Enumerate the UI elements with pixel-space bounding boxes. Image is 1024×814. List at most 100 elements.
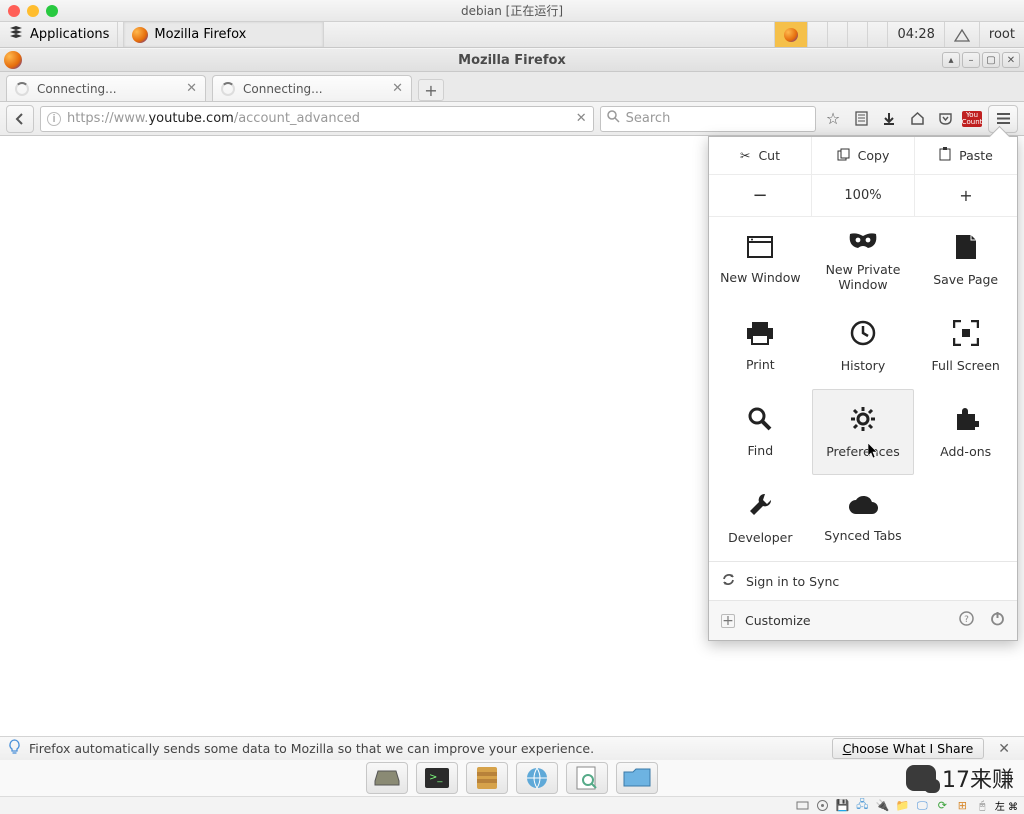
menu-cut[interactable]: ✂ Cut — [709, 137, 812, 174]
menu-preferences[interactable]: Preferences — [812, 389, 915, 475]
menu-customize-row: + Customize ? — [709, 600, 1017, 640]
panel-user[interactable]: root — [979, 22, 1024, 47]
bottom-dock: >_ 17来赚 — [0, 760, 1024, 796]
tray-firefox-icon[interactable] — [774, 22, 807, 47]
info-lightbulb-icon — [8, 739, 21, 758]
downloads-icon[interactable] — [878, 108, 900, 130]
zoom-in-button[interactable]: + — [915, 175, 1017, 216]
dock-search-doc-icon[interactable] — [566, 762, 608, 794]
new-tab-button[interactable]: + — [418, 79, 444, 101]
edit-row: ✂ Cut Copy Paste — [709, 137, 1017, 175]
site-info-icon[interactable]: i — [47, 112, 61, 126]
window-icon — [747, 236, 773, 264]
menu-history[interactable]: History — [812, 303, 915, 389]
url-bar[interactable]: i https://www.youtube.com/account_advanc… — [40, 106, 594, 132]
vm-disk-icon[interactable] — [795, 799, 810, 813]
vm-audio-icon[interactable]: 🖧 — [855, 799, 870, 813]
cloud-icon — [848, 494, 878, 522]
menu-copy[interactable]: Copy — [812, 137, 915, 174]
dock-files-icon[interactable] — [466, 762, 508, 794]
vm-recording-icon[interactable]: ⟳ — [935, 799, 950, 813]
search-placeholder: Search — [626, 111, 671, 126]
panel-clock[interactable]: 04:28 — [887, 22, 943, 47]
hamburger-menu-button[interactable] — [988, 105, 1018, 133]
back-button[interactable] — [6, 105, 34, 133]
zoom-out-button[interactable]: − — [709, 175, 812, 216]
tray-workspace-4[interactable] — [867, 22, 887, 47]
youcount-addon-icon[interactable]: YouCount — [962, 111, 982, 127]
panel-tray: 04:28 root — [774, 22, 1024, 47]
applications-label: Applications — [30, 27, 109, 42]
menu-find[interactable]: Find — [709, 389, 812, 475]
tray-network-icon[interactable] — [944, 22, 979, 47]
tab-0[interactable]: Connecting... ✕ — [6, 75, 206, 101]
plus-icon: + — [721, 614, 735, 628]
gear-icon — [850, 406, 876, 438]
puzzle-icon — [953, 406, 979, 438]
firefox-icon — [132, 27, 148, 43]
home-icon[interactable] — [906, 108, 928, 130]
menu-save-page[interactable]: Save Page — [914, 217, 1017, 303]
menu-synced-tabs[interactable]: Synced Tabs — [812, 475, 915, 561]
pocket-icon[interactable] — [934, 108, 956, 130]
wrench-icon — [747, 492, 773, 524]
tab-1[interactable]: Connecting... ✕ — [212, 75, 412, 101]
loading-spinner-icon — [15, 82, 29, 96]
menu-grid: New Window New Private Window Save Page … — [709, 217, 1017, 561]
vm-drive-icon[interactable]: 💾 — [835, 799, 850, 813]
menu-developer[interactable]: Developer — [709, 475, 812, 561]
taskbar-firefox[interactable]: Mozilla Firefox — [124, 22, 324, 47]
save-icon — [955, 234, 977, 266]
menu-customize[interactable]: Customize — [745, 613, 811, 628]
help-icon[interactable]: ? — [959, 611, 974, 630]
vm-optical-icon[interactable] — [815, 799, 830, 813]
menu-addons[interactable]: Add-ons — [914, 389, 1017, 475]
choose-what-i-share-button[interactable]: Choose What I Share — [832, 738, 985, 759]
tray-workspace-2[interactable] — [827, 22, 847, 47]
nav-toolbar: i https://www.youtube.com/account_advanc… — [0, 102, 1024, 136]
menu-new-private-window[interactable]: New Private Window — [812, 217, 915, 303]
tray-workspace-1[interactable] — [807, 22, 827, 47]
vm-usb-icon[interactable]: 🔌 — [875, 799, 890, 813]
infobar-close-icon[interactable]: ✕ — [992, 741, 1016, 757]
applications-menu[interactable]: Applications — [0, 22, 118, 47]
search-icon — [607, 110, 620, 127]
bookmarks-list-icon[interactable] — [850, 108, 872, 130]
firefox-window-title: Mozilla Firefox — [0, 53, 1024, 68]
menu-new-window[interactable]: New Window — [709, 217, 812, 303]
telemetry-infobar: Firefox automatically sends some data to… — [0, 736, 1024, 760]
sync-icon — [721, 572, 736, 590]
vm-mouse-icon[interactable]: 🖰 — [975, 799, 990, 813]
zoom-level[interactable]: 100% — [812, 175, 915, 216]
url-text: https://www.youtube.com/account_advanced — [67, 111, 360, 126]
tray-workspace-3[interactable] — [847, 22, 867, 47]
tab-label: Connecting... — [37, 82, 117, 96]
dock-disk-icon[interactable] — [366, 762, 408, 794]
power-icon[interactable] — [990, 611, 1005, 630]
copy-icon — [837, 148, 850, 164]
tab-close-icon[interactable]: ✕ — [186, 81, 197, 96]
svg-text:?: ? — [964, 615, 969, 625]
applications-icon — [8, 25, 24, 45]
tab-strip: Connecting... ✕ Connecting... ✕ + — [0, 72, 1024, 102]
bookmark-star-icon[interactable]: ☆ — [822, 108, 844, 130]
tab-close-icon[interactable]: ✕ — [392, 81, 403, 96]
desktop-top-panel: Applications Mozilla Firefox 04:28 root — [0, 22, 1024, 48]
dock-terminal-icon[interactable]: >_ — [416, 762, 458, 794]
zoom-row: − 100% + — [709, 175, 1017, 217]
menu-sign-in-sync[interactable]: Sign in to Sync — [709, 561, 1017, 600]
vm-host-key: 左 ⌘ — [995, 798, 1018, 813]
dock-web-icon[interactable] — [516, 762, 558, 794]
vm-display-icon[interactable]: 🖵 — [915, 799, 930, 813]
fullscreen-icon — [953, 320, 979, 352]
menu-full-screen[interactable]: Full Screen — [914, 303, 1017, 389]
dock-folder-icon[interactable] — [616, 762, 658, 794]
hamburger-menu-popup: ✂ Cut Copy Paste − 100% + New Window — [708, 136, 1018, 641]
clear-url-icon[interactable]: ✕ — [576, 111, 587, 126]
vm-shared-icon[interactable]: 📁 — [895, 799, 910, 813]
search-bar[interactable]: Search — [600, 106, 816, 132]
menu-paste[interactable]: Paste — [915, 137, 1017, 174]
menu-print[interactable]: Print — [709, 303, 812, 389]
history-icon — [850, 320, 876, 352]
vm-cpu-icon[interactable]: ⊞ — [955, 799, 970, 813]
